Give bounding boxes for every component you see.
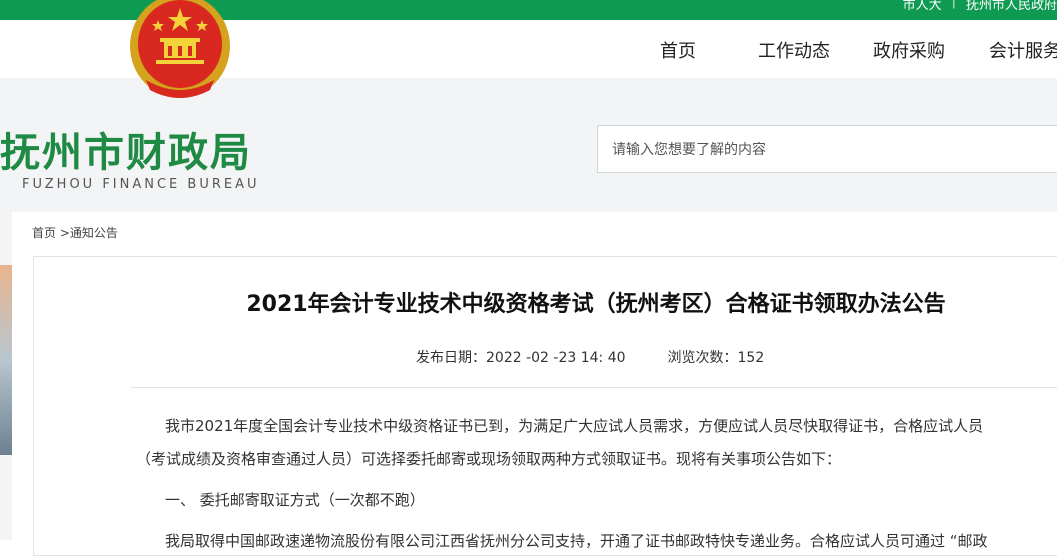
nav-item-accounting[interactable]: 会计服务 [989,37,1057,63]
view-count: 152 [737,350,765,366]
main-nav: 首页 工作动态 政府采购 会计服务 [640,37,1057,63]
article-paragraph-1: 我市2021年度全国会计专业技术中级资格证书已到，为满足广大应试人员需求，方便应… [165,417,984,435]
search-input[interactable]: 请输入您想要了解的内容 [597,125,1057,173]
article-paragraph-3: 我局取得中国邮政速递物流股份有限公司江西省抚州分公司支持，开通了证书邮政特快专递… [165,532,988,550]
nav-item-home[interactable]: 首页 [640,37,758,63]
site-logo-chinese[interactable]: 抚州市财政局 [0,120,252,178]
article-paragraph-2: （考试成绩及资格审查通过人员）可选择委托邮寄或现场领取两种方式领取证书。现将有关… [136,450,842,468]
site-logo-english: FUZHOU FINANCE BUREAU [22,177,260,192]
view-count-label: 浏览次数： [667,350,738,366]
breadcrumb: 首页 >通知公告 [32,224,118,241]
article-title: 2021年会计专业技术中级资格考试（抚州考区）合格证书领取办法公告 [246,292,946,317]
article-section-heading-1: 一、 委托邮寄取证方式（一次都不跑） [165,491,425,509]
publish-date-label: 发布日期： [416,350,486,366]
top-link-gov[interactable]: 抚州市人民政府 [966,0,1057,14]
breadcrumb-home[interactable]: 首页 [32,226,56,240]
top-link-rendda[interactable]: 市人大 [903,0,942,14]
meta-divider [131,387,1057,388]
national-emblem-icon [130,0,230,98]
top-links: 市人大 | 抚州市人民政府 [903,0,1057,14]
nav-item-procurement[interactable]: 政府采购 [873,37,989,63]
nav-item-work-news[interactable]: 工作动态 [758,37,873,63]
breadcrumb-current[interactable]: >通知公告 [60,226,118,240]
article-meta: 发布日期：2022 -02 -23 14: 40 浏览次数：152 [416,347,764,367]
publish-date: 2022 -02 -23 14: 40 [486,350,626,366]
top-link-separator: | [951,0,956,9]
